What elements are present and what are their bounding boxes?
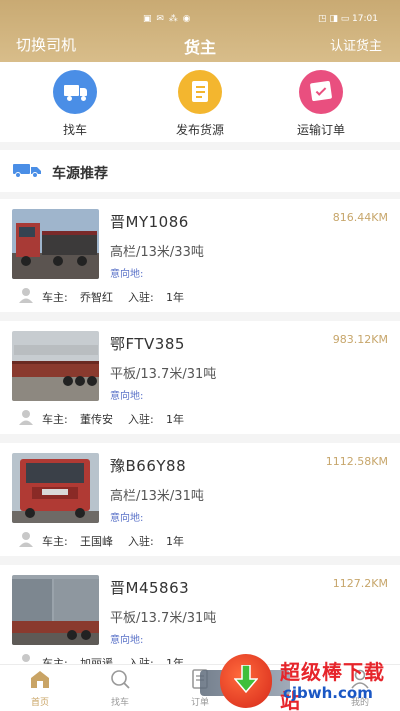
find-truck-button[interactable]: 找车: [25, 70, 125, 138]
join-duration: 1年: [166, 291, 184, 304]
transport-orders-button[interactable]: 运输订单: [271, 70, 371, 138]
owner-name: 董传安: [80, 413, 113, 426]
quick-actions: 找车 发布货源 运输订单: [0, 62, 400, 142]
download-arrow-icon: [234, 665, 258, 693]
join-label: 入驻:: [128, 291, 154, 304]
join-label: 入驻:: [128, 413, 154, 426]
truck-spec: 高栏/13米/33吨: [110, 245, 204, 260]
verify-shipper-button[interactable]: 认证货主: [330, 35, 382, 54]
tab-find-truck[interactable]: 找车: [90, 669, 150, 708]
vehicle-card[interactable]: 晋MY1086 816.44KM 高栏/13米/33吨 意向地: 车主: 乔智红…: [0, 199, 400, 312]
distance: 983.12KM: [332, 333, 388, 346]
owner-label: 车主:: [42, 291, 68, 304]
intended-destination: 意向地:: [110, 513, 144, 524]
owner-label: 车主:: [42, 413, 68, 426]
intended-destination: 意向地:: [110, 391, 144, 402]
join-label: 入驻:: [128, 535, 154, 548]
watermark-url: cjbwh.com: [283, 684, 373, 702]
publish-cargo-button[interactable]: 发布货源: [150, 70, 250, 138]
home-icon: [31, 671, 49, 688]
plate-number: 晋MY1086: [110, 213, 189, 231]
transport-orders-label: 运输订单: [296, 123, 345, 137]
status-bar: ▣ ✉ ⁂ ◉ ◳ ◨ ▭ 17:01: [0, 14, 400, 28]
owner-row: 车主: 王国峰 入驻: 1年: [12, 529, 388, 549]
owner-label: 车主:: [42, 535, 68, 548]
truck-section-icon: [13, 164, 41, 178]
truck-photo: [12, 331, 99, 401]
plate-number: 鄂FTV385: [110, 335, 185, 353]
app-header: ▣ ✉ ⁂ ◉ ◳ ◨ ▭ 17:01 切换司机 货主 认证货主: [0, 0, 400, 62]
intended-destination: 意向地:: [110, 635, 144, 646]
truck-photo: [12, 575, 99, 645]
owner-name: 乔智红: [80, 291, 113, 304]
distance: 1127.2KM: [332, 577, 388, 590]
document-icon: [178, 70, 222, 114]
truck-spec: 高栏/13米/31吨: [110, 489, 204, 504]
avatar-icon: [19, 288, 33, 303]
truck-icon: [53, 70, 97, 114]
status-icons-right: ◳ ◨ ▭ 17:01: [317, 14, 378, 24]
owner-row: 车主: 乔智红 入驻: 1年: [12, 285, 388, 305]
order-icon: [299, 70, 343, 114]
distance: 1112.58KM: [325, 455, 388, 468]
publish-cargo-label: 发布货源: [175, 123, 224, 137]
intended-destination: 意向地:: [110, 269, 144, 280]
truck-photo: [12, 209, 99, 279]
tab-home[interactable]: 首页: [10, 669, 70, 708]
find-truck-tab-icon: [111, 670, 130, 689]
tab-home-label: 首页: [30, 698, 49, 708]
tab-find-truck-label: 找车: [110, 698, 129, 708]
avatar-icon: [19, 532, 33, 547]
plate-number: 豫B66Y88: [110, 457, 187, 475]
join-duration: 1年: [166, 413, 184, 426]
owner-name: 王国峰: [80, 535, 113, 548]
vehicle-card[interactable]: 豫B66Y88 1112.58KM 高栏/13米/31吨 意向地: 车主: 王国…: [0, 443, 400, 556]
truck-spec: 平板/13.7米/31吨: [110, 611, 217, 626]
section-title: 车源推荐: [52, 166, 108, 182]
status-icons-left: ▣ ✉ ⁂ ◉: [143, 14, 192, 24]
find-truck-label: 找车: [62, 123, 87, 137]
truck-photo: [12, 453, 99, 523]
avatar-icon: [19, 410, 33, 425]
join-duration: 1年: [166, 535, 184, 548]
section-header: 车源推荐: [0, 150, 400, 192]
owner-row: 车主: 董传安 入驻: 1年: [12, 407, 388, 427]
distance: 816.44KM: [332, 211, 388, 224]
site-watermark: 超级棒下载站 cjbwh.com: [200, 654, 400, 711]
plate-number: 晋M45863: [110, 579, 190, 597]
truck-spec: 平板/13.7米/31吨: [110, 367, 217, 382]
vehicle-card[interactable]: 鄂FTV385 983.12KM 平板/13.7米/31吨 意向地: 车主: 董…: [0, 321, 400, 434]
